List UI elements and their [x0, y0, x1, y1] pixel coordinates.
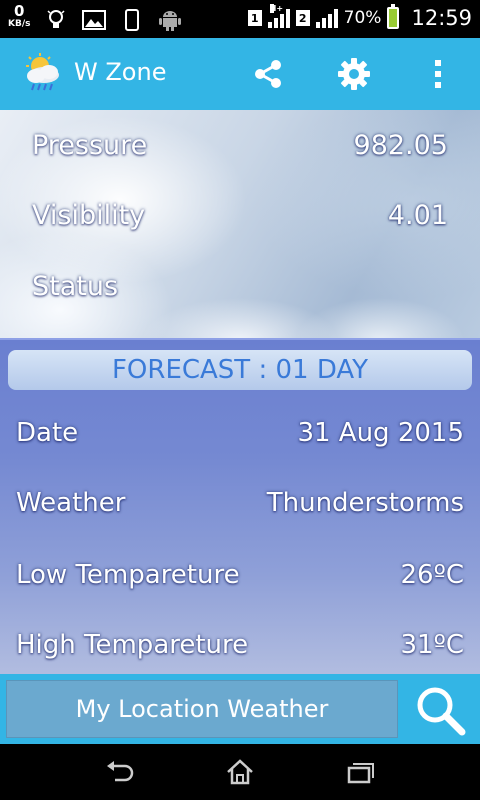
share-icon: [255, 60, 281, 88]
settings-button[interactable]: [334, 54, 374, 94]
share-button[interactable]: [248, 54, 288, 94]
status-bar: 0 KB/s 1 H+ 2 70% 12:59: [0, 0, 480, 38]
forecast-header[interactable]: FORECAST : 01 DAY: [8, 350, 472, 390]
status-label: Status: [32, 271, 119, 302]
app-title: W Zone: [74, 58, 167, 86]
current-conditions-panel: Pressure 982.05 Visibility 4.01 Status: [0, 110, 480, 338]
search-icon: [417, 687, 466, 736]
android-icon: [158, 8, 182, 32]
signal-bars-1: H+: [267, 4, 290, 28]
home-icon: [227, 759, 253, 785]
pressure-label: Pressure: [32, 130, 148, 161]
network-speed: 0 KB/s: [8, 4, 30, 29]
search-button[interactable]: [412, 682, 468, 738]
sim2-badge: 2: [295, 10, 310, 26]
forecast-header-label: FORECAST : 01 DAY: [111, 355, 369, 385]
low-temp-label: Low Tempareture: [16, 560, 240, 590]
high-temp-label: High Tempareture: [16, 630, 249, 660]
date-value: 31 Aug 2015: [297, 418, 464, 448]
bulb-icon: [44, 8, 68, 32]
navigation-bar: [0, 744, 480, 800]
app-bar: W Zone: [0, 38, 480, 110]
phone-icon: [120, 8, 144, 32]
pressure-value: 982.05: [353, 130, 448, 161]
recents-icon: [347, 763, 374, 784]
overflow-menu-icon: [435, 60, 441, 88]
clock: 12:59: [411, 6, 472, 30]
weather-value: Thunderstorms: [266, 488, 464, 518]
visibility-value: 4.01: [387, 200, 448, 231]
recents-button[interactable]: [340, 756, 380, 788]
forecast-panel: FORECAST : 01 DAY Date 31 Aug 2015 Weath…: [0, 338, 480, 676]
gear-icon: [338, 58, 370, 90]
my-location-weather-button[interactable]: My Location Weather: [6, 680, 398, 738]
visibility-label: Visibility: [32, 200, 146, 231]
bottom-bar: My Location Weather: [0, 674, 480, 744]
home-button[interactable]: [220, 756, 260, 788]
network-type: H+: [269, 4, 284, 13]
sim1-badge: 1: [247, 10, 262, 26]
low-temp-value: 26ºC: [400, 560, 465, 590]
back-button[interactable]: [100, 756, 140, 788]
battery-percent: 70%: [343, 8, 382, 28]
signal-bars-2: [315, 8, 338, 28]
high-temp-value: 31ºC: [400, 630, 465, 660]
date-label: Date: [16, 418, 79, 448]
weather-logo-icon[interactable]: [22, 52, 64, 94]
battery-icon: [387, 4, 400, 29]
weather-label: Weather: [16, 488, 126, 518]
image-icon: [82, 8, 107, 32]
network-speed-unit: KB/s: [8, 19, 31, 29]
network-speed-value: 0: [14, 2, 25, 20]
back-icon: [107, 761, 134, 782]
overflow-menu-button[interactable]: [420, 54, 456, 94]
